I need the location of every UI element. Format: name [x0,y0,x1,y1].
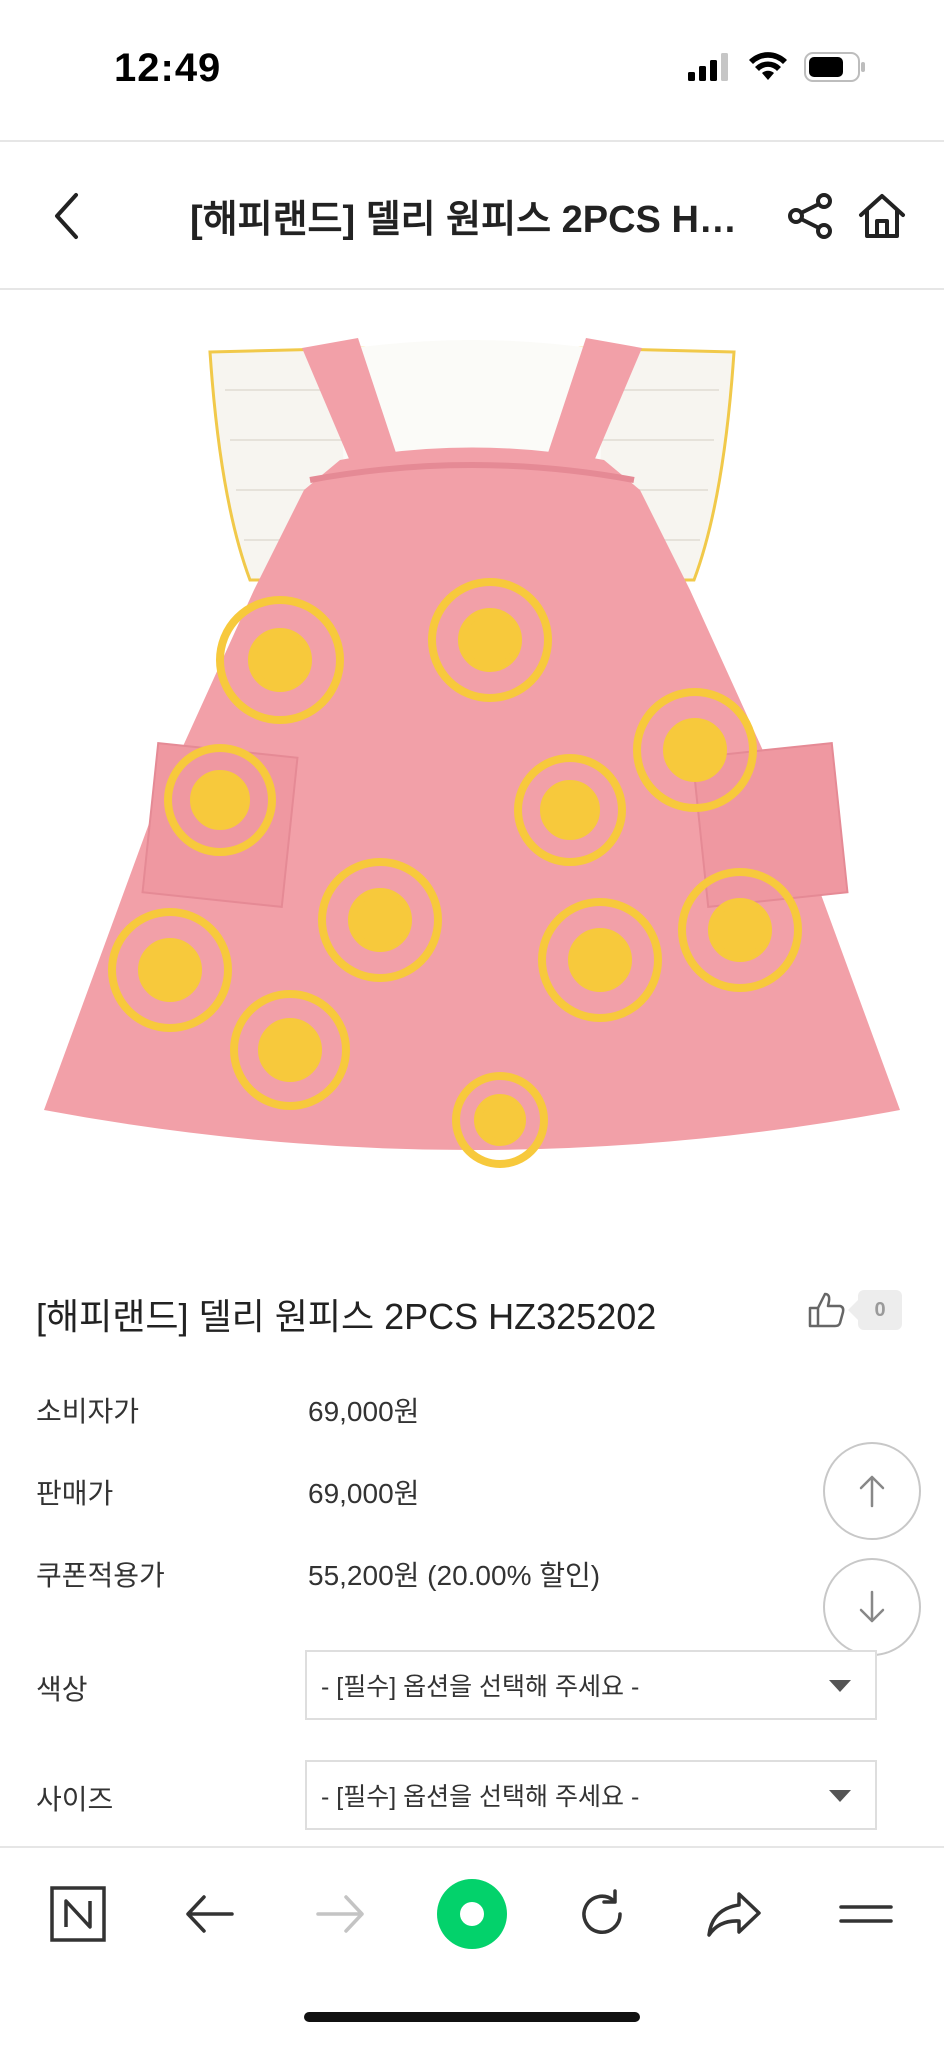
size-option-label: 사이즈 [36,1784,114,1815]
home-indicator[interactable] [304,2012,640,2022]
header-divider [0,288,944,290]
chevron-down-icon [829,1790,851,1802]
home-button[interactable] [852,186,912,246]
scroll-up-button[interactable] [823,1442,921,1540]
naver-n-icon [50,1886,106,1942]
arrow-up-icon [859,1475,885,1508]
menu-icon [839,1905,893,1923]
signal-icon [688,53,728,81]
reload-button[interactable] [562,1874,642,1954]
wifi-icon [749,52,787,80]
arrow-right-icon [316,1895,364,1933]
color-select-value: - [필수] 옵션을 선택해 주세요 - [321,1673,640,1701]
coupon-price-value: 55,200원 (20.00% 할인) [308,1560,601,1591]
thumbs-up-icon [808,1292,845,1328]
product-title: [해피랜드] 델리 원피스 2PCS HZ325202 [36,1296,657,1337]
like-count: 0 [848,1290,902,1330]
browser-forward-button[interactable] [300,1874,380,1954]
sale-price-label: 판매가 [36,1478,114,1509]
consumer-price-value: 69,000원 [308,1396,420,1427]
coupon-price-label: 쿠폰적용가 [36,1560,165,1591]
status-icons [688,52,866,82]
like-button[interactable]: 0 [806,1290,902,1330]
home-icon [859,194,905,238]
product-image[interactable] [40,330,904,1200]
status-divider [0,140,944,142]
green-dot-icon [437,1879,507,1949]
browser-menu-button[interactable] [826,1874,906,1954]
chevron-left-icon [55,193,78,239]
size-select[interactable]: - [필수] 옵션을 선택해 주세요 - [305,1760,877,1830]
share-arrow-icon [707,1892,761,1937]
share-icon [788,193,832,239]
scroll-down-button[interactable] [823,1558,921,1656]
color-option-label: 색상 [36,1674,88,1705]
battery-icon [804,52,865,82]
chevron-down-icon [829,1680,851,1692]
browser-back-button[interactable] [170,1874,250,1954]
arrow-down-icon [859,1590,885,1623]
status-bar: 12:49 [0,0,944,140]
back-button[interactable] [36,184,96,248]
reload-icon [582,1889,622,1934]
page-header: [해피랜드] 델리 원피스 2PCS HZ325202 [0,144,944,288]
page-title: [해피랜드] 델리 원피스 2PCS HZ325202 [190,199,750,241]
sale-price-value: 69,000원 [308,1478,420,1509]
arrow-left-icon [186,1895,234,1933]
share-button[interactable] [782,188,838,244]
naver-green-button[interactable] [432,1874,512,1954]
browser-share-button[interactable] [694,1874,774,1954]
naver-home-button[interactable] [38,1874,118,1954]
consumer-price-label: 소비자가 [36,1396,140,1427]
color-select[interactable]: - [필수] 옵션을 선택해 주세요 - [305,1650,877,1720]
status-time: 12:49 [114,46,222,90]
size-select-value: - [필수] 옵션을 선택해 주세요 - [321,1783,640,1811]
